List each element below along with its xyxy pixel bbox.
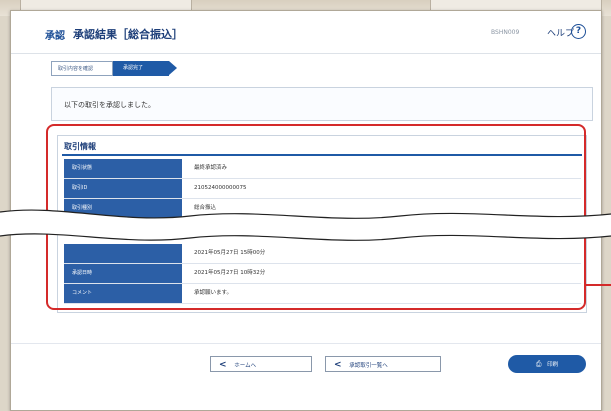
row-label: 承認日時 [64, 264, 182, 283]
row-label: 取引状態 [64, 159, 182, 178]
help-link[interactable]: ヘルプ [547, 26, 574, 39]
row-label: 取引ID [64, 179, 182, 198]
row-value: 2021年05月27日 10時32分 [194, 270, 266, 276]
print-button-label: 印刷 [547, 362, 559, 368]
callout-line [585, 284, 611, 286]
section-title: 取引情報 [64, 142, 96, 151]
section-divider [62, 154, 582, 156]
row-value: 2021年05月27日 15時00分 [194, 250, 266, 256]
tear-break-mark [0, 209, 611, 241]
table-row: 2021年05月27日 15時00分 [64, 244, 581, 264]
page-header: 承認 承認結果［総合振込］ BSHN009 ヘルプ ? [11, 11, 601, 54]
home-button[interactable]: < ホームへ [210, 356, 312, 372]
print-button[interactable]: ⎙ 印刷 [508, 355, 586, 373]
printer-icon: ⎙ [535, 360, 542, 368]
table-row: 承認日時 2021年05月27日 10時32分 [64, 264, 581, 284]
row-value: 210524000000075 [194, 185, 247, 191]
table-row: 取引状態 最終承認済み [64, 159, 581, 179]
chevron-left-icon: < [334, 360, 342, 370]
chevron-left-icon: < [219, 360, 227, 370]
step-complete: 承認完了 [113, 61, 177, 76]
step-confirm: 取引内容を確認 [51, 61, 113, 76]
approval-list-button[interactable]: < 承認取引一覧へ [325, 356, 441, 372]
approval-list-button-label: 承認取引一覧へ [349, 363, 388, 369]
breadcrumb-section[interactable]: 承認 [45, 27, 65, 42]
row-value: 承認願います。 [194, 290, 232, 296]
footer-divider [11, 343, 601, 344]
row-label: コメント [64, 284, 182, 303]
home-button-label: ホームへ [234, 363, 257, 369]
help-icon[interactable]: ? [571, 24, 586, 39]
row-label [64, 244, 182, 263]
table-row: コメント 承認願います。 [64, 284, 581, 304]
screen-id: BSHN009 [491, 29, 520, 36]
page-title: 承認結果［総合振込］ [73, 28, 183, 41]
table-row: 取引ID 210524000000075 [64, 179, 581, 199]
row-value: 最終承認済み [194, 165, 228, 171]
message-box: 以下の取引を承認しました。 [51, 87, 593, 121]
completion-message: 以下の取引を承認しました。 [64, 101, 155, 109]
